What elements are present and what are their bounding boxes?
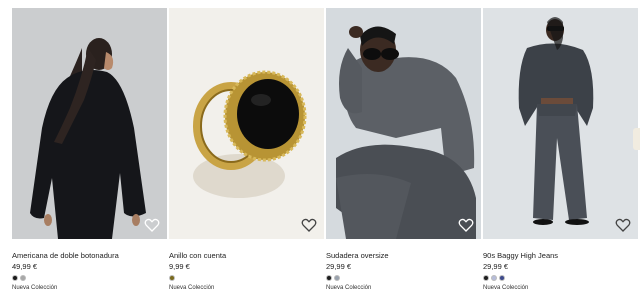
product-name[interactable]: Sudadera oversize <box>326 251 481 261</box>
color-swatch[interactable] <box>334 275 340 281</box>
new-collection-tag: Nueva Colección <box>169 285 215 291</box>
color-swatches <box>483 275 638 281</box>
product-image[interactable] <box>483 8 638 239</box>
product-photo <box>483 8 638 239</box>
favorite-heart-icon[interactable] <box>615 217 631 233</box>
product-name[interactable]: Americana de doble botonadura <box>12 251 167 261</box>
product-card[interactable]: Americana de doble botonadura 49,99 € Nu… <box>12 8 167 292</box>
product-grid: Americana de doble botonadura 49,99 € Nu… <box>0 0 640 292</box>
product-photo <box>12 8 167 239</box>
favorite-heart-icon[interactable] <box>144 217 160 233</box>
product-name[interactable]: Anillo con cuenta <box>169 251 324 261</box>
color-swatch[interactable] <box>12 275 18 281</box>
product-card[interactable]: Sudadera oversize 29,99 € Nueva Colecció… <box>326 8 481 292</box>
product-card[interactable]: Anillo con cuenta 9,99 € Nueva Colección <box>169 8 324 292</box>
product-card[interactable]: 90s Baggy High Jeans 29,99 € Nueva Colec… <box>483 8 638 292</box>
product-image[interactable] <box>169 8 324 239</box>
product-price: 49,99 € <box>12 262 38 271</box>
color-swatch[interactable] <box>483 275 489 281</box>
scroll-handle[interactable] <box>633 128 640 150</box>
color-swatch[interactable] <box>20 275 26 281</box>
product-price: 9,99 € <box>169 262 190 271</box>
product-photo <box>326 8 481 239</box>
color-swatch[interactable] <box>499 275 505 281</box>
new-collection-tag: Nueva Colección <box>12 285 58 291</box>
product-name[interactable]: 90s Baggy High Jeans <box>483 251 638 261</box>
product-photo <box>169 8 324 239</box>
color-swatch[interactable] <box>169 275 175 281</box>
color-swatches <box>169 275 324 281</box>
product-image[interactable] <box>326 8 481 239</box>
product-image[interactable] <box>12 8 167 239</box>
color-swatches <box>12 275 167 281</box>
favorite-heart-icon[interactable] <box>301 217 317 233</box>
color-swatches <box>326 275 481 281</box>
color-swatch[interactable] <box>326 275 332 281</box>
product-price: 29,99 € <box>326 262 352 271</box>
favorite-heart-icon[interactable] <box>458 217 474 233</box>
new-collection-tag: Nueva Colección <box>483 285 529 291</box>
product-price: 29,99 € <box>483 262 509 271</box>
new-collection-tag: Nueva Colección <box>326 285 372 291</box>
color-swatch[interactable] <box>491 275 497 281</box>
